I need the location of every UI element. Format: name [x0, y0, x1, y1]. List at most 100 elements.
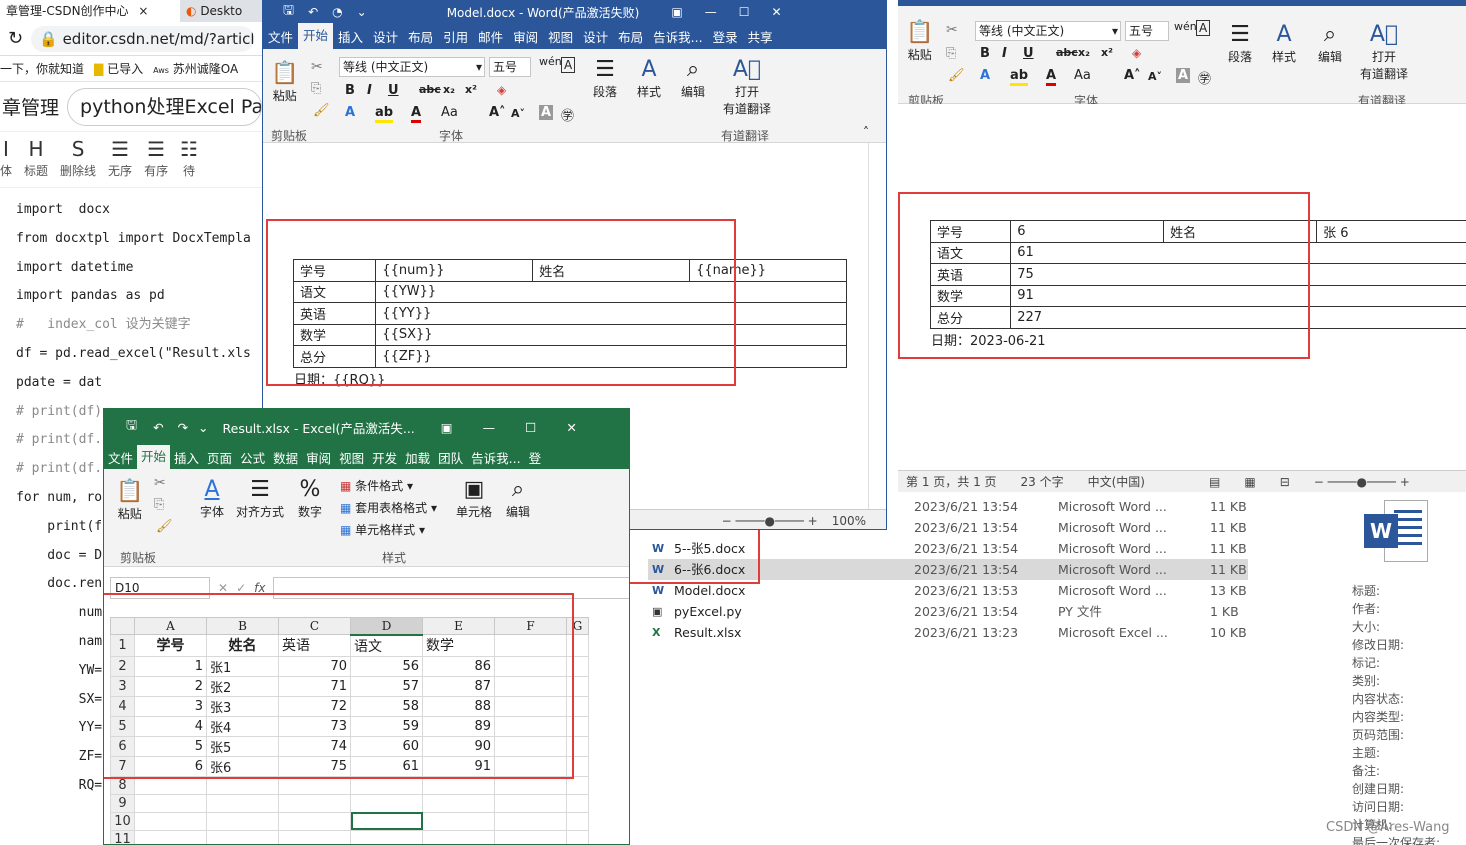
- column-header[interactable]: G: [566, 617, 589, 635]
- shrink-font-button[interactable]: A˅: [511, 107, 525, 120]
- ribbon-tab[interactable]: 开始: [298, 23, 334, 49]
- grid-cell[interactable]: 2: [134, 675, 207, 697]
- font-size-select[interactable]: 五号: [489, 57, 531, 77]
- save-icon[interactable]: 🖫: [126, 416, 137, 438]
- copy-icon[interactable]: ⎘: [154, 497, 164, 512]
- grid-cell[interactable]: [350, 793, 423, 813]
- grid-cell[interactable]: [566, 829, 589, 844]
- grid-cell[interactable]: [494, 655, 567, 677]
- grid-cell[interactable]: [350, 775, 423, 795]
- ribbon-tab[interactable]: 视图: [335, 448, 368, 467]
- grid-cell[interactable]: [350, 829, 423, 844]
- grid-cell[interactable]: 71: [278, 675, 351, 697]
- customize-icon[interactable]: ⌄: [198, 420, 208, 435]
- char-border-icon[interactable]: A: [1196, 20, 1211, 36]
- grid-cell[interactable]: [566, 793, 589, 813]
- toolbar-button[interactable]: I体: [0, 136, 12, 187]
- grid-cell[interactable]: 4: [134, 715, 207, 737]
- minimize-icon[interactable]: —: [705, 5, 717, 19]
- grid-cell[interactable]: [422, 811, 495, 831]
- styles-button[interactable]: A 样式: [637, 57, 661, 100]
- grid-cell[interactable]: [134, 775, 207, 795]
- grid-cell[interactable]: [422, 775, 495, 795]
- translate-button[interactable]: A⃞ 打开 有道翻译: [1360, 22, 1408, 82]
- row-header[interactable]: 9: [110, 793, 135, 813]
- ribbon-tab[interactable]: 设计: [578, 27, 613, 46]
- document-page[interactable]: 学号 6 姓名张 6 语文 61 英语 75 数学 91 总分 227 日期：2023-06-21: [898, 104, 1466, 470]
- bookmark-item[interactable]: ▇ 已导入: [94, 60, 143, 77]
- enclose-char-button[interactable]: ㊫: [561, 105, 574, 124]
- column-header[interactable]: E: [422, 617, 495, 635]
- strikethrough-button[interactable]: abc: [419, 83, 441, 96]
- ribbon-tab[interactable]: 文件: [104, 448, 137, 467]
- function-icon[interactable]: fx: [254, 581, 265, 595]
- font-button[interactable]: A 字体: [200, 477, 224, 520]
- grid-cell[interactable]: [422, 829, 495, 844]
- tell-me-search[interactable]: 告诉我...: [648, 27, 707, 46]
- toolbar-button[interactable]: H 标题: [24, 136, 48, 187]
- phonetic-icon[interactable]: wén: [539, 55, 562, 68]
- grid-cell[interactable]: [566, 675, 589, 697]
- row-header[interactable]: 7: [110, 755, 135, 777]
- format-painter-icon[interactable]: 🖌: [313, 103, 330, 118]
- grid-cell[interactable]: [566, 634, 589, 657]
- cut-icon[interactable]: ✂: [946, 22, 958, 38]
- italic-button[interactable]: I: [1002, 46, 1007, 61]
- grid-cell[interactable]: 英语: [278, 634, 351, 657]
- ribbon-tab[interactable]: 加载: [401, 448, 434, 467]
- grid-cell[interactable]: [566, 715, 589, 737]
- edit-button[interactable]: ⌕ 编辑: [681, 57, 705, 100]
- grid-cell[interactable]: 57: [350, 675, 423, 697]
- grid-cell[interactable]: [494, 829, 567, 844]
- ribbon-tab[interactable]: 团队: [434, 448, 467, 467]
- change-case-button[interactable]: Aa: [441, 105, 458, 120]
- grid-cell[interactable]: [494, 755, 567, 777]
- minimize-icon[interactable]: —: [483, 420, 496, 435]
- char-shading-button[interactable]: A: [539, 105, 554, 120]
- ribbon-tab[interactable]: 数据: [269, 448, 302, 467]
- grid-cell[interactable]: 张5: [206, 735, 279, 757]
- grid-cell[interactable]: [494, 634, 567, 657]
- customize-icon[interactable]: ⌄: [357, 5, 367, 19]
- grid-cell[interactable]: 73: [278, 715, 351, 737]
- ribbon-display-icon[interactable]: ▣: [671, 5, 682, 19]
- bold-button[interactable]: B: [980, 46, 990, 61]
- grid-cell[interactable]: [134, 793, 207, 813]
- grid-cell[interactable]: 89: [422, 715, 495, 737]
- grid-cell[interactable]: 61: [350, 755, 423, 777]
- ribbon-tab[interactable]: 开发: [368, 448, 401, 467]
- ribbon-tab[interactable]: 插入: [170, 448, 203, 467]
- paragraph-button[interactable]: ☰ 段落: [593, 57, 617, 100]
- grid-cell[interactable]: 张4: [206, 715, 279, 737]
- column-header[interactable]: A: [134, 617, 207, 635]
- ribbon-tab[interactable]: 邮件: [473, 27, 508, 46]
- number-button[interactable]: % 数字: [298, 477, 322, 520]
- grid-cell[interactable]: [566, 655, 589, 677]
- url-field[interactable]: 🔒 editor.csdn.net/md/?article: [31, 25, 254, 52]
- grid-cell[interactable]: [206, 811, 279, 831]
- toolbar-button[interactable]: S 删除线: [60, 136, 96, 187]
- font-color-button[interactable]: A: [411, 105, 422, 123]
- grid-cell[interactable]: 语文: [350, 634, 423, 657]
- page-count[interactable]: 第 1 页，共 1 页: [906, 473, 997, 490]
- grid-cell[interactable]: [278, 811, 351, 831]
- change-case-button[interactable]: Aa: [1074, 68, 1091, 83]
- strikethrough-button[interactable]: abc: [1056, 46, 1078, 59]
- ribbon-tab[interactable]: 开始: [137, 445, 171, 469]
- grow-font-button[interactable]: A˄: [489, 105, 506, 120]
- phonetic-icon[interactable]: wén: [1174, 20, 1197, 33]
- edit-button[interactable]: ⌕ 编辑: [506, 477, 530, 520]
- toolbar-button[interactable]: ☰ 有序: [144, 136, 168, 187]
- grid-cell[interactable]: [494, 793, 567, 813]
- row-header[interactable]: 8: [110, 775, 135, 795]
- grid-cell[interactable]: 张2: [206, 675, 279, 697]
- ribbon-tab[interactable]: 页面: [203, 448, 236, 467]
- browser-tab-active[interactable]: 章管理-CSDN创作中心 ×: [0, 0, 180, 22]
- grid-cell[interactable]: 张6: [206, 755, 279, 777]
- row-header[interactable]: 2: [110, 655, 135, 677]
- grid-cell[interactable]: [494, 811, 567, 831]
- ribbon-display-icon[interactable]: ▣: [441, 420, 453, 435]
- highlight-button[interactable]: ab: [1010, 68, 1029, 86]
- maximize-icon[interactable]: ☐: [525, 420, 536, 435]
- font-size-select[interactable]: 五号: [1125, 21, 1169, 41]
